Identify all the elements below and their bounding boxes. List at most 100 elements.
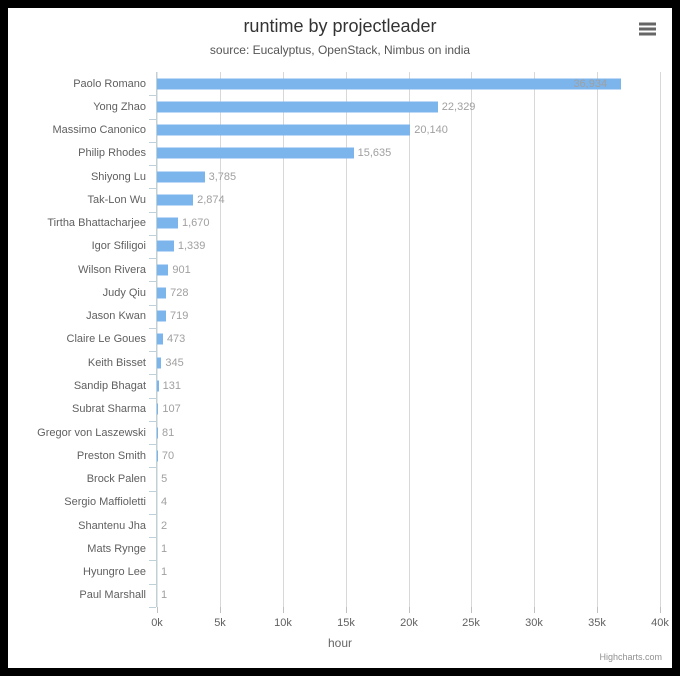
y-axis-tick [149,513,156,515]
data-label: 345 [165,356,184,369]
bar[interactable] [157,147,354,159]
bar[interactable] [157,450,158,462]
bar[interactable] [157,101,438,113]
y-axis-tick [149,583,156,585]
data-label: 81 [162,426,175,439]
bar-row: Subrat Sharma 107 [72,398,660,422]
y-axis-tick [149,211,156,213]
bar[interactable] [157,333,163,345]
category-label: Philip Rhodes [78,147,146,160]
bar-row: Mats Rynge 1 [87,537,660,562]
bar-row: Paul Marshall 1 [79,584,660,608]
bar[interactable] [157,124,411,136]
gridline [660,72,661,607]
x-axis-tick [597,607,598,613]
x-axis-tick [660,607,661,613]
y-axis-tick [149,258,156,260]
data-label: 2 [161,519,168,532]
bar[interactable] [157,380,159,392]
y-axis-tick [149,444,156,446]
category-label: Shantenu Jha [78,519,146,532]
x-axis-label: 25k [462,617,480,629]
data-label: 20,140 [414,124,448,137]
chart-container: runtime by projectleader source: Eucalyp… [8,8,672,668]
x-axis-tick [409,607,410,613]
bar-row: Paolo Romano 36,934 [73,72,660,97]
x-axis-label: 5k [214,617,226,629]
category-label: Judy Qiu [102,286,146,299]
data-label: 1 [161,589,168,602]
hamburger-bar [639,22,656,26]
y-axis-tick [149,304,156,306]
y-axis-tick [149,327,156,329]
y-axis-tick [149,420,156,422]
y-axis-tick [149,397,156,399]
x-axis-tick [220,607,221,613]
y-axis-tick [149,537,156,539]
hamburger-bar [639,27,656,31]
x-axis-title: hour [327,636,353,650]
category-label: Wilson Rivera [78,263,146,276]
bar[interactable] [157,427,159,439]
data-label: 5 [161,473,168,486]
category-label: Keith Bisset [87,356,146,369]
y-axis-tick [149,560,156,562]
bar[interactable] [157,287,167,299]
data-label: 1,670 [182,217,210,230]
bar-row: Tak-Lon Wu 2,874 [88,188,660,213]
data-label: 70 [161,449,175,462]
x-axis-tick [471,607,472,613]
bar-row: Yong Zhao 22,329 [93,95,660,120]
data-label: 1 [161,566,168,579]
data-label: 728 [170,286,189,299]
y-axis-tick [149,118,156,120]
bar-row: Brock Palen 5 [87,467,660,492]
credits-link[interactable]: Highcharts.com [599,652,662,662]
category-label: Paolo Romano [73,77,146,90]
category-label: Brock Palen [86,473,146,486]
bar-row: Shiyong Lu 3,785 [91,165,660,190]
bar[interactable] [157,240,174,252]
category-label: Sandip Bhagat [73,380,146,393]
x-axis-label: 0k [151,617,163,629]
bar[interactable] [157,264,169,276]
category-label: Tirtha Bhattacharjee [47,217,146,230]
x-axis-tick [534,607,535,613]
category-label: Jason Kwan [86,310,146,323]
category-label: Claire Le Goues [66,333,147,346]
bar-row: Wilson Rivera 901 [78,258,660,283]
bar-row: Shantenu Jha 2 [78,514,660,539]
bar-row: Philip Rhodes 15,635 [78,142,660,167]
data-label: 473 [166,333,186,346]
category-label: Sergio Maffioletti [64,496,146,509]
data-label: 1 [161,542,168,555]
y-axis-tick [149,141,156,143]
data-label: 719 [170,310,189,323]
hamburger-bar [639,32,656,36]
data-label: 15,635 [357,147,392,160]
y-axis-tick [149,490,156,492]
bar[interactable] [157,171,205,183]
y-axis-tick [149,467,156,469]
x-axis-label: 15k [337,617,355,629]
bar[interactable] [157,403,159,415]
bar-row: Jason Kwan 719 [86,305,660,329]
bar[interactable] [157,310,167,322]
bar[interactable] [157,78,622,90]
data-label: 107 [162,403,181,416]
bar-row: Igor Sfiligoi 1,339 [92,235,660,260]
y-axis-tick [149,374,156,376]
data-label: 1,339 [177,240,206,253]
bar[interactable] [157,194,194,206]
hamburger-menu-icon[interactable] [634,18,660,42]
bar[interactable] [157,357,162,369]
data-label: 22,329 [441,100,476,113]
bar-row: Judy Qiu 728 [103,281,660,306]
category-label: Hyungro Lee [83,566,146,579]
y-axis-tick [149,351,156,353]
y-axis-tick [149,606,156,608]
category-label: Tak-Lon Wu [87,193,147,206]
bar[interactable] [157,217,178,229]
bar-row: Tirtha Bhattacharjee 1,670 [47,212,660,236]
chart-title: runtime by projectleader [243,16,437,36]
